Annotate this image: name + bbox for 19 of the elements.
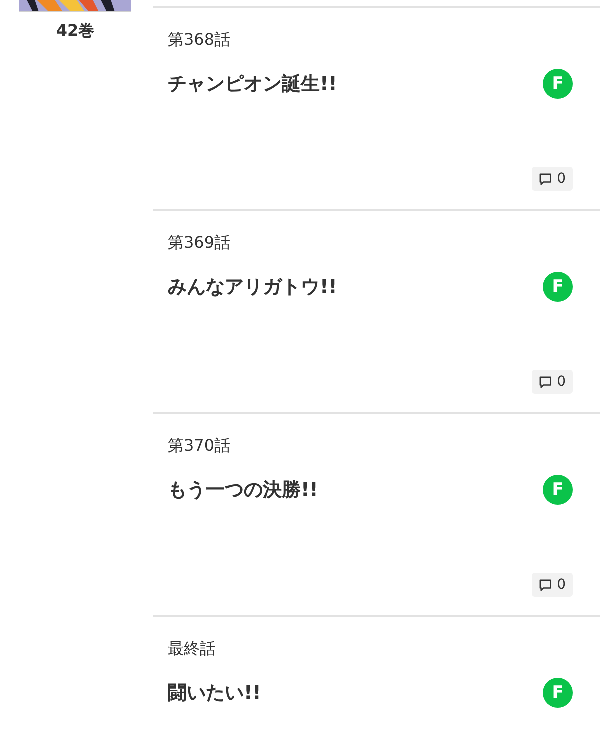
comment-button[interactable]: 0 xyxy=(532,573,573,597)
episode-number: 最終話 xyxy=(168,639,217,660)
comment-icon xyxy=(539,376,552,388)
comment-button[interactable]: 0 xyxy=(532,370,573,394)
episode-number: 第368話 xyxy=(168,30,232,51)
episode-number: 第369話 xyxy=(168,233,232,254)
episode-title[interactable]: 闘いたい!! xyxy=(168,680,262,706)
free-badge: F xyxy=(543,678,573,708)
free-badge: F xyxy=(543,69,573,99)
comment-icon xyxy=(539,172,552,186)
episode-title[interactable]: チャンピオン誕生!! xyxy=(168,71,338,97)
episode-title[interactable]: みんなアリガトウ!! xyxy=(168,274,338,300)
free-badge: F xyxy=(543,475,573,505)
comment-icon xyxy=(539,578,552,592)
volume-label: 42巻 xyxy=(56,21,95,42)
comment-button[interactable]: 0 xyxy=(532,167,573,191)
episode-number: 第370話 xyxy=(168,436,232,457)
free-badge: F xyxy=(543,272,573,302)
episode-title[interactable]: もう一つの決勝!! xyxy=(168,477,318,503)
